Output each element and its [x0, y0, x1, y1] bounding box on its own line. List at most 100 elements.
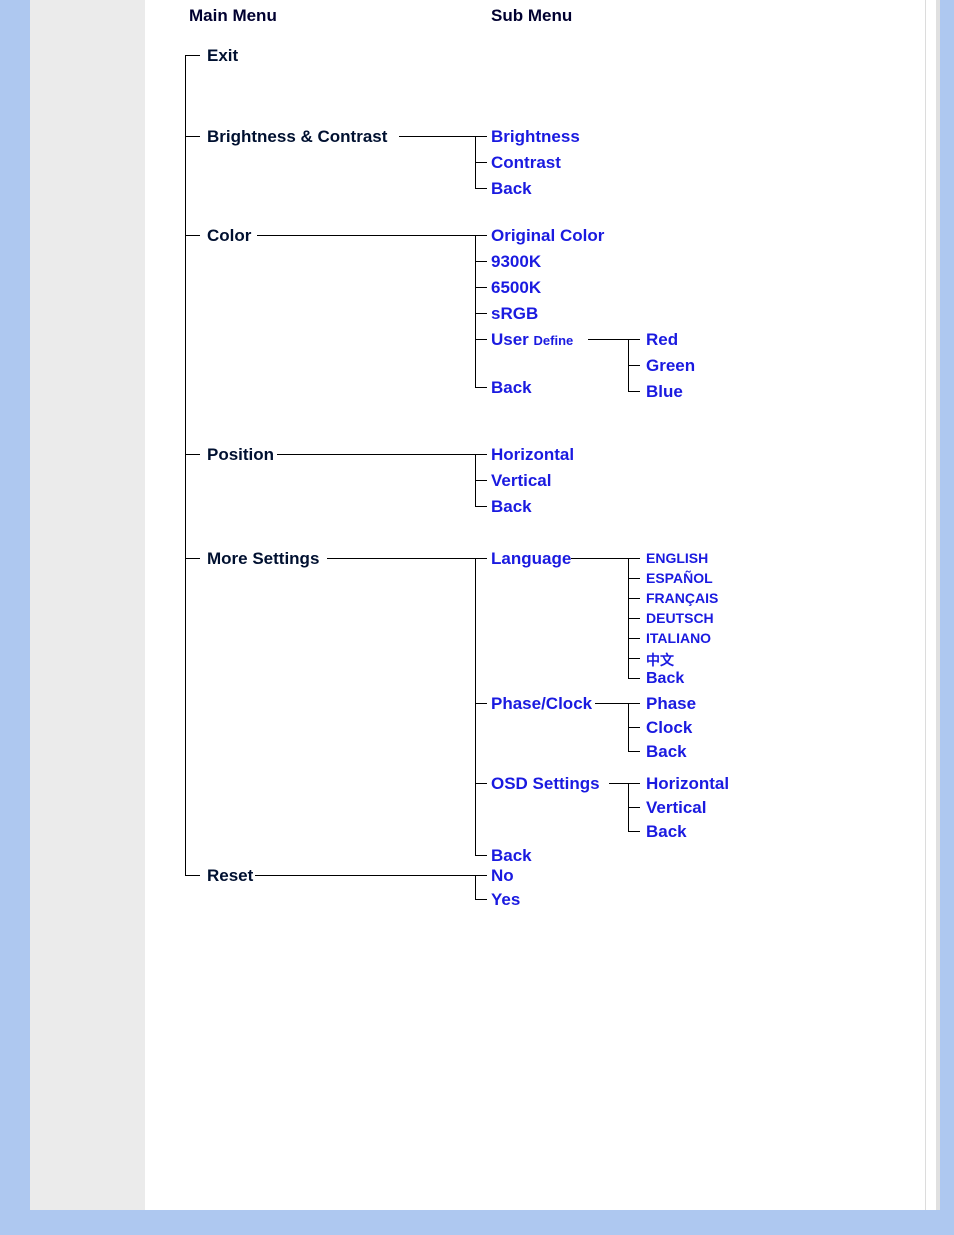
- sub-9300k: 9300K: [487, 252, 541, 272]
- branch-line: [185, 558, 200, 559]
- branch-line: [475, 703, 487, 704]
- menu-exit: Exit: [203, 46, 242, 66]
- header-sub-menu: Sub Menu: [491, 6, 572, 26]
- branch-line: [628, 618, 640, 619]
- branch-line: [628, 365, 640, 366]
- lang-italiano: ITALIANO: [642, 630, 711, 646]
- branch-line: [475, 875, 487, 876]
- sub-language: Language: [487, 549, 571, 569]
- sub-phase-clock: Phase/Clock: [487, 694, 592, 714]
- branch-line: [628, 391, 640, 392]
- sub-phase: Phase: [642, 694, 696, 714]
- branch-line: [475, 875, 476, 899]
- branch-line: [628, 678, 640, 679]
- sub-brightness: Brightness: [487, 127, 580, 147]
- sub-osd-back: Back: [642, 822, 687, 842]
- branch-line: [628, 751, 640, 752]
- sub-original-color: Original Color: [487, 226, 604, 246]
- branch-line: [628, 658, 640, 659]
- sub-osd-vertical: Vertical: [642, 798, 707, 818]
- sub-6500k: 6500K: [487, 278, 541, 298]
- branch-line: [609, 783, 628, 784]
- branch-line: [475, 261, 487, 262]
- vertical-scrollbar[interactable]: [925, 0, 940, 1210]
- branch-line: [628, 831, 640, 832]
- menu-position: Position: [203, 445, 278, 465]
- lang-espanol: ESPAÑOL: [642, 570, 713, 586]
- header-main-menu: Main Menu: [189, 6, 277, 26]
- branch-line: [475, 558, 487, 559]
- branch-line: [628, 638, 640, 639]
- sub-color-back: Back: [487, 378, 532, 398]
- sub-pos-back: Back: [487, 497, 532, 517]
- branch-line: [588, 339, 628, 340]
- branch-line: [628, 578, 640, 579]
- lang-francais: FRANÇAIS: [642, 590, 718, 606]
- branch-line: [628, 558, 640, 559]
- branch-line: [475, 506, 487, 507]
- branch-line: [475, 313, 487, 314]
- branch-line: [628, 727, 640, 728]
- branch-line: [475, 235, 487, 236]
- branch-line: [327, 558, 475, 559]
- branch-line: [475, 899, 487, 900]
- sub-blue: Blue: [642, 382, 683, 402]
- sub-more-back: Back: [487, 846, 532, 866]
- lang-deutsch: DEUTSCH: [642, 610, 714, 626]
- left-margin: [30, 0, 145, 1210]
- menu-more-settings: More Settings: [203, 549, 323, 569]
- branch-line: [185, 235, 200, 236]
- sub-srgb: sRGB: [487, 304, 538, 324]
- branch-line: [475, 188, 487, 189]
- sub-user: User: [491, 330, 529, 349]
- branch-line: [257, 235, 475, 236]
- sub-osd-horizontal: Horizontal: [642, 774, 729, 794]
- branch-line: [475, 162, 487, 163]
- branch-line: [475, 855, 487, 856]
- sub-reset-no: No: [487, 866, 514, 886]
- branch-line: [628, 598, 640, 599]
- lang-back: Back: [642, 670, 684, 688]
- sub-green: Green: [642, 356, 695, 376]
- branch-line: [475, 235, 476, 387]
- branch-line: [185, 454, 200, 455]
- lang-english: ENGLISH: [642, 550, 708, 566]
- sub-osd-settings: OSD Settings: [487, 774, 600, 794]
- page-content: Main Menu Sub Menu Exit Brightness & Con…: [145, 0, 921, 1210]
- sub-horizontal: Horizontal: [487, 445, 574, 465]
- page-frame: Main Menu Sub Menu Exit Brightness & Con…: [0, 0, 954, 1235]
- sub-back: Back: [487, 179, 532, 199]
- branch-line: [475, 287, 487, 288]
- sub-vertical: Vertical: [487, 471, 552, 491]
- branch-line: [475, 454, 487, 455]
- sub-red: Red: [642, 330, 678, 350]
- branch-line: [475, 387, 487, 388]
- lang-chinese: 中文: [642, 650, 674, 670]
- branch-line: [595, 703, 628, 704]
- branch-line: [475, 783, 487, 784]
- branch-line: [399, 136, 475, 137]
- menu-reset: Reset: [203, 866, 257, 886]
- branch-line: [628, 807, 640, 808]
- document-area: Main Menu Sub Menu Exit Brightness & Con…: [30, 0, 940, 1210]
- branch-line: [475, 136, 487, 137]
- sub-contrast: Contrast: [487, 153, 561, 173]
- branch-line: [255, 875, 475, 876]
- sub-reset-yes: Yes: [487, 890, 520, 910]
- branch-line: [628, 783, 640, 784]
- menu-color: Color: [203, 226, 255, 246]
- branch-line: [277, 454, 475, 455]
- branch-line: [628, 703, 640, 704]
- sub-user-define: User Define: [487, 330, 573, 350]
- tree-spine: [185, 55, 186, 875]
- sub-define: Define: [534, 333, 574, 348]
- branch-line: [475, 339, 487, 340]
- branch-line: [185, 875, 200, 876]
- branch-line: [475, 480, 487, 481]
- sub-clock: Clock: [642, 718, 692, 738]
- sub-phase-back: Back: [642, 742, 687, 762]
- branch-line: [628, 339, 640, 340]
- branch-line: [571, 558, 628, 559]
- menu-brightness-contrast: Brightness & Contrast: [203, 127, 391, 147]
- branch-line: [185, 55, 200, 56]
